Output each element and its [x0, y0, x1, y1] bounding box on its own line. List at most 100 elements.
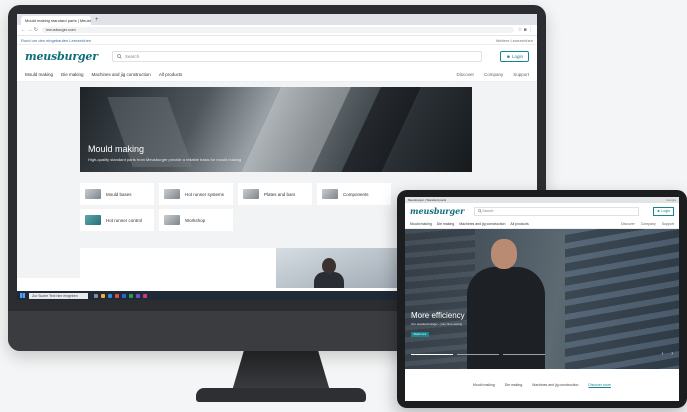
- tablet-device: Meusburger | Standard parts Google meusb…: [397, 190, 687, 408]
- tablet-nav-discover[interactable]: Discover: [621, 222, 635, 226]
- hero-title: Mould making: [88, 144, 145, 154]
- hot-runner-thumbnail: [164, 189, 180, 199]
- nav-item-all-products[interactable]: All products: [159, 72, 183, 77]
- person-head: [322, 258, 336, 274]
- nav-item-company[interactable]: Company: [484, 72, 503, 77]
- nav-item-mould-making[interactable]: Mould making: [25, 72, 53, 77]
- teaser-image[interactable]: [276, 248, 406, 288]
- monitor-stand-neck: [232, 351, 330, 391]
- section-tab[interactable]: Die making: [505, 383, 523, 387]
- workshop-thumbnail: [164, 215, 180, 225]
- tablet-hero-title: More efficiency: [411, 311, 465, 320]
- tablet-login-button[interactable]: ☻ Login: [652, 206, 674, 216]
- tablet-browser-tab[interactable]: Meusburger | Standard parts: [408, 197, 446, 203]
- nav-item-discover[interactable]: Discover: [456, 72, 474, 77]
- edge-icon[interactable]: [108, 293, 112, 298]
- section-tab-active[interactable]: Discover more: [588, 383, 611, 387]
- category-card[interactable]: Plates and bars: [238, 183, 312, 205]
- tablet-nav-support[interactable]: Support: [662, 222, 674, 226]
- bookmarks-bar: Rund um den eingebauten Leerzeichen Weit…: [17, 36, 537, 45]
- nav-item-die-making[interactable]: Die making: [61, 72, 84, 77]
- category-label: Workshop: [185, 217, 206, 223]
- other-bookmarks[interactable]: Weitere Lesezeichen: [496, 38, 533, 43]
- category-label: Plates and bars: [264, 191, 296, 197]
- section-tab[interactable]: Machines and jig construction: [532, 383, 578, 387]
- tablet-screen: Meusburger | Standard parts Google meusb…: [405, 197, 679, 401]
- browser-tab[interactable]: Mould making standard parts | Meusburger: [21, 16, 91, 25]
- user-icon: ☻: [656, 208, 661, 213]
- plates-thumbnail: [243, 189, 259, 199]
- tablet-site-logo[interactable]: meusburger: [410, 206, 464, 216]
- search-icon: [116, 53, 122, 59]
- teams-icon[interactable]: [136, 293, 140, 298]
- carousel-indicators: [411, 354, 549, 355]
- chevron-right-icon[interactable]: ›: [671, 351, 673, 357]
- tablet-section-tabs: Mould making Die making Machines and jig…: [405, 369, 679, 401]
- hero-subtitle: High-quality standard parts from Meusbur…: [88, 157, 242, 162]
- main-nav: Mould making Die making Machines and jig…: [17, 67, 537, 82]
- back-forward-icon[interactable]: ← → ↻: [21, 27, 38, 33]
- category-label: Hot runner control: [106, 217, 143, 223]
- tablet-site-header: meusburger Search ☻ Login: [405, 203, 679, 219]
- controller-thumbnail: [85, 215, 101, 225]
- tablet-nav-mould-making[interactable]: Mould making: [410, 222, 432, 226]
- chevron-left-icon[interactable]: ‹: [662, 351, 664, 357]
- hero-cta-button[interactable]: Read more: [411, 332, 429, 337]
- app-icon[interactable]: [143, 293, 147, 298]
- windows-start-icon[interactable]: [20, 293, 25, 298]
- site-header: meusburger Search ☻ Login: [17, 45, 537, 67]
- chrome-icon[interactable]: [115, 293, 119, 298]
- tablet-main-nav: Mould making Die making Machines and jig…: [405, 219, 679, 229]
- carousel-indicator[interactable]: [503, 354, 545, 355]
- category-card[interactable]: Mould bases: [80, 183, 154, 205]
- category-card[interactable]: Workshop: [159, 209, 233, 231]
- hero-person-head: [491, 239, 517, 269]
- section-tab[interactable]: Mould making: [473, 383, 495, 387]
- hero-light-shape: [234, 87, 356, 172]
- search-placeholder: Search: [124, 53, 140, 59]
- carousel-indicator[interactable]: [457, 354, 499, 355]
- hero-dark-shape: [339, 87, 421, 172]
- category-card[interactable]: Components: [317, 183, 391, 205]
- browser-extensions-icon[interactable]: ☆ ■ ⋮: [518, 27, 533, 33]
- site-logo[interactable]: meusburger: [25, 50, 98, 63]
- teaser-panel: [80, 248, 276, 288]
- category-card[interactable]: Hot runner control: [80, 209, 154, 231]
- tablet-browser-menu[interactable]: Google: [666, 197, 676, 203]
- tablet-nav-company[interactable]: Company: [641, 222, 656, 226]
- excel-icon[interactable]: [129, 293, 133, 298]
- bookmark-link[interactable]: Rund um den eingebauten Leerzeichen: [21, 38, 91, 43]
- category-label: Hot runner systems: [185, 191, 225, 197]
- tablet-nav-all-products[interactable]: All products: [510, 222, 528, 226]
- explorer-icon[interactable]: [101, 293, 105, 298]
- user-icon: ☻: [505, 53, 511, 59]
- category-label: Mould bases: [106, 191, 132, 197]
- outlook-icon[interactable]: [122, 293, 126, 298]
- login-label: Login: [511, 53, 523, 59]
- category-card[interactable]: Hot runner systems: [159, 183, 233, 205]
- browser-tabbar: Mould making standard parts | Meusburger…: [17, 14, 537, 25]
- search-input[interactable]: Search: [111, 50, 482, 62]
- hero-shelf-left: [405, 229, 475, 369]
- tablet-nav-die-making[interactable]: Die making: [437, 222, 455, 226]
- new-tab-button[interactable]: +: [95, 16, 99, 25]
- tablet-hero-banner[interactable]: More efficiency Our standard range – you…: [405, 229, 679, 369]
- hero-shelf-right: [565, 229, 679, 369]
- hero-banner[interactable]: Mould making High-quality standard parts…: [80, 87, 472, 172]
- category-label: Components: [343, 191, 369, 197]
- task-view-icon[interactable]: [94, 293, 98, 298]
- taskbar-search[interactable]: Zur Suche Text hier eingeben: [29, 292, 88, 299]
- tablet-hero-subtitle: Our standard range – your time saving: [411, 322, 463, 326]
- person-body: [314, 272, 344, 288]
- carousel-indicator[interactable]: [411, 354, 453, 355]
- taskbar-apps: [94, 293, 150, 298]
- url-field[interactable]: meusburger.com: [41, 27, 514, 33]
- login-button[interactable]: ☻ Login: [499, 50, 529, 62]
- nav-item-support[interactable]: Support: [513, 72, 529, 77]
- monitor-stand-foot: [196, 388, 366, 402]
- nav-item-machines-jig[interactable]: Machines and jig construction: [92, 72, 151, 77]
- tablet-nav-machines-jig[interactable]: Machines and jig construction: [459, 222, 505, 226]
- tablet-login-label: Login: [661, 208, 670, 213]
- tablet-search-input[interactable]: Search: [474, 206, 640, 216]
- carousel-arrows: ‹ ›: [654, 351, 673, 357]
